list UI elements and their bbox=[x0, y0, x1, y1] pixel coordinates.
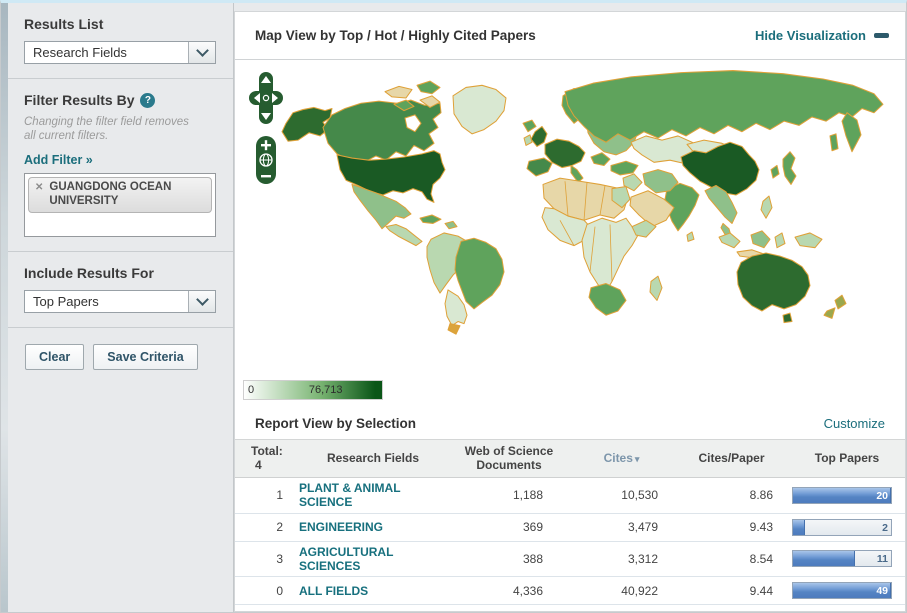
row-field-link[interactable]: ENGINEERING bbox=[299, 520, 383, 534]
chevron-down-icon[interactable] bbox=[188, 42, 215, 63]
table-row: 0 ALL FIELDS 4,336 40,922 9.44 49 bbox=[235, 577, 905, 605]
remove-filter-icon[interactable]: ✕ bbox=[35, 182, 43, 194]
main-content: Map View by Top / Hot / Highly Cited Pap… bbox=[234, 3, 907, 612]
include-results-section: Include Results For Top Papers bbox=[1, 252, 233, 328]
top-papers-bar-fill bbox=[793, 520, 805, 535]
row-cites-per-paper: 9.43 bbox=[674, 520, 789, 534]
filter-by-heading: Filter Results By bbox=[24, 92, 134, 108]
row-cites-per-paper: 8.54 bbox=[674, 552, 789, 566]
include-results-selected-value: Top Papers bbox=[25, 291, 188, 312]
row-field-link[interactable]: ALL FIELDS bbox=[299, 584, 368, 598]
filter-tag[interactable]: ✕ GUANGDONG OCEAN UNIVERSITY bbox=[28, 177, 212, 214]
help-icon[interactable]: ? bbox=[140, 93, 155, 108]
row-cites: 40,922 bbox=[569, 584, 674, 598]
map-title: Map View by Top / Hot / Highly Cited Pap… bbox=[255, 28, 536, 43]
filter-section: Filter Results By ? Changing the filter … bbox=[1, 79, 233, 252]
map-header: Map View by Top / Hot / Highly Cited Pap… bbox=[235, 12, 905, 60]
row-field-link[interactable]: PLANT & ANIMAL SCIENCE bbox=[299, 481, 443, 510]
row-rank: 3 bbox=[235, 552, 297, 566]
row-cites-per-paper: 9.44 bbox=[674, 584, 789, 598]
results-list-section: Results List Research Fields bbox=[1, 3, 233, 79]
top-papers-bar-value: 11 bbox=[877, 553, 888, 565]
map-pan-control[interactable] bbox=[249, 72, 283, 124]
row-docs: 4,336 bbox=[449, 584, 569, 598]
table-row: 2 ENGINEERING 369 3,479 9.43 2 bbox=[235, 514, 905, 542]
row-rank: 2 bbox=[235, 520, 297, 534]
sidebar: Results List Research Fields Filter Resu… bbox=[1, 3, 234, 612]
include-results-heading: Include Results For bbox=[24, 265, 219, 281]
choropleth-color-scale: 0 76,713 bbox=[243, 380, 383, 400]
top-papers-bar-fill bbox=[793, 551, 855, 566]
top-papers-bar: 49 bbox=[792, 582, 892, 599]
top-papers-bar-value: 49 bbox=[876, 585, 888, 597]
esi-application-window: Results List Research Fields Filter Resu… bbox=[0, 0, 907, 613]
column-cites-per-paper: Cites/Paper bbox=[674, 447, 789, 469]
sort-desc-icon: ▾ bbox=[635, 454, 640, 464]
scale-min-label: 0 bbox=[248, 384, 254, 396]
row-cites: 3,312 bbox=[569, 552, 674, 566]
report-table-body: 1 PLANT & ANIMAL SCIENCE 1,188 10,530 8.… bbox=[235, 478, 905, 606]
chevron-down-icon[interactable] bbox=[188, 291, 215, 312]
row-cites-per-paper: 8.86 bbox=[674, 488, 789, 502]
map-zoom-control[interactable] bbox=[256, 136, 276, 184]
top-papers-bar-value: 2 bbox=[882, 522, 888, 534]
row-field-link[interactable]: AGRICULTURAL SCIENCES bbox=[299, 545, 443, 574]
row-rank: 1 bbox=[235, 488, 297, 502]
filter-note: Changing the filter field removes all cu… bbox=[24, 115, 194, 144]
clear-button[interactable]: Clear bbox=[25, 344, 84, 370]
report-title: Report View by Selection bbox=[255, 416, 416, 431]
filter-tag-label: GUANGDONG OCEAN UNIVERSITY bbox=[49, 181, 205, 209]
world-map-container: 0 76,713 bbox=[235, 60, 905, 408]
results-list-select[interactable]: Research Fields bbox=[24, 41, 216, 64]
column-research-fields: Research Fields bbox=[297, 447, 449, 469]
column-cites-sortable[interactable]: Cites▾ bbox=[569, 447, 674, 469]
row-cites: 3,479 bbox=[569, 520, 674, 534]
table-row: 1 PLANT & ANIMAL SCIENCE 1,188 10,530 8.… bbox=[235, 478, 905, 514]
top-papers-bar: 11 bbox=[792, 550, 892, 567]
top-papers-bar-value: 20 bbox=[876, 490, 888, 502]
row-rank: 0 bbox=[235, 584, 297, 598]
choropleth-world-map[interactable] bbox=[235, 60, 905, 408]
column-wos-documents: Web of Science Documents bbox=[449, 440, 569, 477]
sidebar-actions: Clear Save Criteria bbox=[1, 328, 233, 386]
column-top-papers: Top Papers bbox=[789, 447, 905, 469]
report-header: Report View by Selection Customize bbox=[235, 408, 905, 439]
save-criteria-button[interactable]: Save Criteria bbox=[93, 344, 197, 370]
include-results-select[interactable]: Top Papers bbox=[24, 290, 216, 313]
active-filters-box: ✕ GUANGDONG OCEAN UNIVERSITY bbox=[24, 173, 216, 237]
row-docs: 1,188 bbox=[449, 488, 569, 502]
results-list-heading: Results List bbox=[24, 16, 219, 32]
row-docs: 369 bbox=[449, 520, 569, 534]
collapse-minus-icon[interactable] bbox=[874, 33, 889, 38]
top-papers-bar: 2 bbox=[792, 519, 892, 536]
report-table-header: Total: 4 Research Fields Web of Science … bbox=[235, 439, 905, 478]
table-row: 3 AGRICULTURAL SCIENCES 388 3,312 8.54 1… bbox=[235, 542, 905, 578]
hide-visualization-link[interactable]: Hide Visualization bbox=[755, 28, 866, 43]
row-docs: 388 bbox=[449, 552, 569, 566]
results-list-selected-value: Research Fields bbox=[25, 42, 188, 63]
scale-max-label: 76,713 bbox=[309, 384, 343, 396]
total-count: Total: 4 bbox=[235, 440, 297, 477]
top-papers-bar: 20 bbox=[792, 487, 892, 504]
customize-link[interactable]: Customize bbox=[824, 416, 885, 431]
row-cites: 10,530 bbox=[569, 488, 674, 502]
add-filter-link[interactable]: Add Filter » bbox=[24, 153, 93, 167]
